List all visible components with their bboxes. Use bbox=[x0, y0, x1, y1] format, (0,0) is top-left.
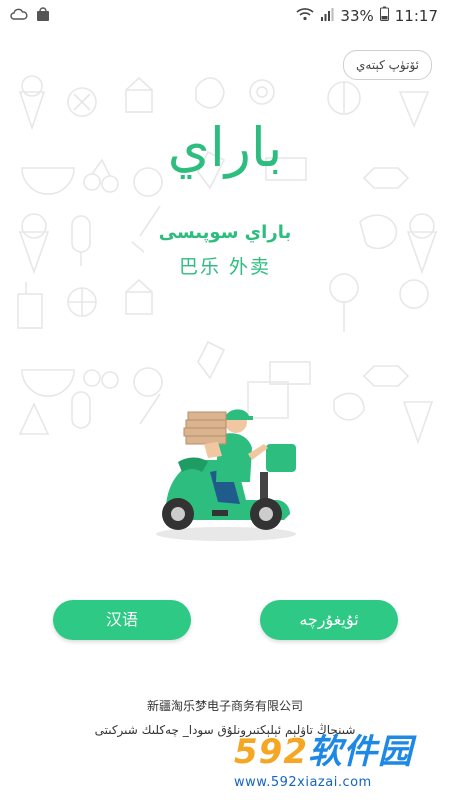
app-name-chinese: 巴乐 外卖 bbox=[178, 256, 272, 278]
wifi-icon bbox=[296, 7, 314, 25]
watermark-brand-text: 软件园 bbox=[307, 732, 413, 772]
cloud-sync-icon bbox=[10, 7, 28, 26]
uyghur-language-button[interactable]: ئۇيغۇرچە bbox=[260, 600, 398, 640]
watermark-url: www.592xiazai.com bbox=[234, 775, 372, 790]
signal-icon bbox=[320, 7, 334, 25]
skip-button[interactable]: ئۆتۈپ كېتەي bbox=[343, 50, 432, 80]
delivery-rider-illustration bbox=[156, 409, 296, 541]
battery-icon bbox=[379, 6, 389, 25]
watermark-brand: 592软件园 bbox=[234, 724, 444, 773]
site-watermark: 592软件园 www.592xiazai.com bbox=[234, 724, 444, 794]
app-logo: باراي bbox=[0, 118, 450, 178]
status-bar: 33% 11:17 bbox=[0, 0, 450, 32]
clock: 11:17 bbox=[394, 6, 438, 25]
shopping-bag-icon bbox=[36, 7, 50, 26]
app-name-uyghur: باراي سوپىسى bbox=[158, 222, 292, 243]
company-name-chinese: 新疆淘乐梦电子商务有限公司 bbox=[146, 699, 303, 713]
battery-percent: 33% bbox=[340, 6, 374, 25]
logo-text: باراي bbox=[167, 116, 283, 179]
watermark-brand-number: 592 bbox=[234, 732, 308, 772]
chinese-language-button[interactable]: 汉语 bbox=[53, 600, 191, 640]
